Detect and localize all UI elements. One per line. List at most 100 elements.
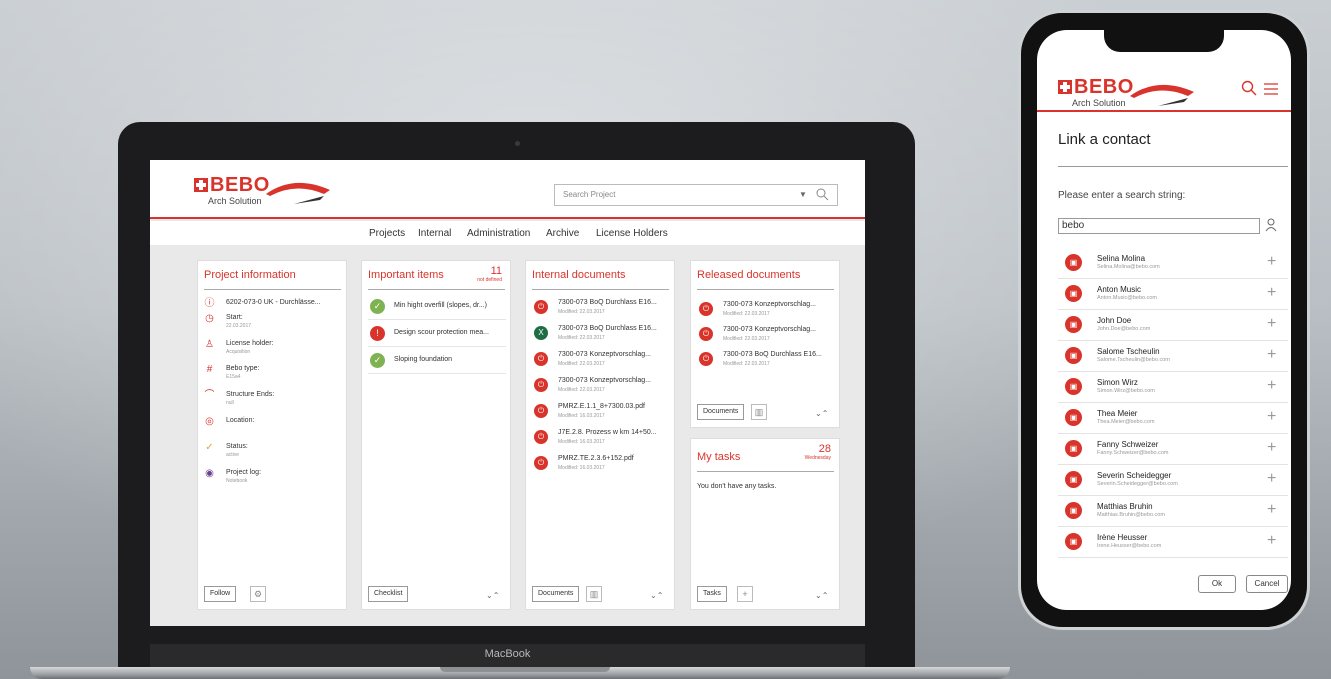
important-items-card: Important items 11 not defined ✓ Min hig…: [361, 260, 511, 610]
check-icon: ✓: [205, 442, 214, 453]
contact-row[interactable]: ▣ Simon Wirz Simon.Wirz@bebo.com +: [1058, 372, 1288, 403]
trash-icon[interactable]: ▥: [586, 586, 602, 602]
contact-row[interactable]: ▣ Anton Music Anton.Music@bebo.com +: [1058, 279, 1288, 310]
important-item[interactable]: ✓ Sloping foundation: [368, 348, 506, 374]
trash-icon[interactable]: ▥: [751, 404, 767, 420]
document-modified: Modified: 22.03.2017: [558, 309, 605, 315]
document-modified: Modified: 16.03.2017: [558, 465, 605, 471]
document-name: 7300-073 BoQ Durchlass E16...: [558, 325, 657, 332]
add-contact-plus-icon[interactable]: +: [1267, 440, 1276, 456]
contact-email: Irene.Heusser@bebo.com: [1097, 543, 1162, 549]
checklist-button[interactable]: Checklist: [368, 586, 409, 602]
card-title: My tasks: [697, 451, 741, 463]
add-contact-plus-icon[interactable]: +: [1267, 316, 1276, 332]
add-contact-plus-icon[interactable]: +: [1267, 409, 1276, 425]
nav-internal[interactable]: Internal: [418, 228, 451, 239]
bebo-logo[interactable]: BEBO Arch Solution: [194, 174, 334, 210]
documents-button[interactable]: Documents: [697, 404, 745, 420]
ok-check-icon: ✓: [370, 299, 385, 314]
add-contact-plus-icon[interactable]: +: [1267, 285, 1276, 301]
contact-row[interactable]: ▣ Salome Tscheulin Salome.Tscheulin@bebo…: [1058, 341, 1288, 372]
document-row[interactable]: ⏻ 7300-073 BoQ Durchlass E16... Modified…: [697, 349, 835, 373]
document-row[interactable]: ⏻ 7300-073 BoQ Durchlass E16... Modified…: [532, 297, 670, 321]
start-label: Start:: [226, 314, 243, 321]
nav-projects[interactable]: Projects: [369, 228, 405, 239]
important-item[interactable]: ✓ Min hight overfill (slopes, dr...): [368, 294, 506, 320]
person-search-icon[interactable]: [1265, 218, 1279, 232]
contact-email: Salome.Tscheulin@bebo.com: [1097, 357, 1170, 363]
contact-row[interactable]: ▣ Matthias Bruhin Matthias.Bruhin@bebo.c…: [1058, 496, 1288, 527]
pdf-icon: ⏻: [534, 404, 548, 418]
search-project-input[interactable]: Search Project ▼: [554, 184, 838, 206]
contact-row[interactable]: ▣ Severin Scheidegger Severin.Scheidegge…: [1058, 465, 1288, 496]
log-icon: ◉: [205, 468, 214, 479]
contact-avatar-icon: ▣: [1065, 502, 1082, 519]
search-icon[interactable]: [1241, 80, 1257, 96]
license-holder-label: License holder:: [226, 340, 274, 347]
tasks-button[interactable]: Tasks: [697, 586, 727, 602]
contact-name: Irène Heusser: [1097, 533, 1148, 542]
excel-icon: X: [534, 326, 548, 340]
ok-button[interactable]: Ok: [1198, 575, 1236, 593]
contact-row[interactable]: ▣ Thea Meier Thea.Meier@bebo.com +: [1058, 403, 1288, 434]
collapse-expand-chevron-icon[interactable]: ⌄⌃: [650, 591, 663, 600]
hamburger-menu-icon[interactable]: [1263, 82, 1279, 96]
document-row[interactable]: X 7300-073 BoQ Durchlass E16... Modified…: [532, 323, 670, 347]
document-row[interactable]: ⏻ PMRZ.TE.2.3.6+152.pdf Modified: 16.03.…: [532, 453, 670, 477]
page-title: Link a contact: [1058, 131, 1151, 148]
contact-row[interactable]: ▣ Selina Molina Selina.Molina@bebo.com +: [1058, 248, 1288, 279]
add-contact-plus-icon[interactable]: +: [1267, 471, 1276, 487]
document-row[interactable]: ⏻ J7E.2.8. Prozess w km 14+50... Modifie…: [532, 427, 670, 451]
bebo-type-label: Bebo type:: [226, 365, 260, 372]
collapse-expand-chevron-icon[interactable]: ⌄⌃: [815, 409, 828, 418]
documents-button[interactable]: Documents: [532, 586, 580, 602]
collapse-expand-chevron-icon[interactable]: ⌄⌃: [486, 591, 499, 600]
document-row[interactable]: ⏻ 7300-073 Konzeptvorschlag... Modified:…: [697, 299, 835, 323]
nav-archive[interactable]: Archive: [546, 228, 579, 239]
document-row[interactable]: ⏻ 7300-073 Konzeptvorschlag... Modified:…: [697, 324, 835, 348]
card-divider: [532, 289, 669, 290]
contact-row[interactable]: ▣ Irène Heusser Irene.Heusser@bebo.com +: [1058, 527, 1288, 558]
collapse-expand-chevron-icon[interactable]: ⌄⌃: [815, 591, 828, 600]
contact-search-input[interactable]: bebo: [1058, 218, 1260, 234]
contact-name: Thea Meier: [1097, 409, 1138, 418]
settings-gear-icon[interactable]: ⚙: [250, 586, 266, 602]
document-modified: Modified: 22.03.2017: [723, 361, 770, 367]
add-task-plus-icon[interactable]: +: [737, 586, 753, 602]
phone-screen: BEBO Arch Solution Link a contact Please…: [1037, 30, 1291, 610]
logo-word: BEBO: [210, 174, 270, 196]
bebo-logo[interactable]: BEBO Arch Solution: [1058, 76, 1198, 108]
contact-avatar-icon: ▣: [1065, 285, 1082, 302]
contact-email: Fanny.Schweizer@bebo.com: [1097, 450, 1169, 456]
add-contact-plus-icon[interactable]: +: [1267, 533, 1276, 549]
dropdown-triangle-icon[interactable]: ▼: [799, 190, 807, 199]
contact-email: Matthias.Bruhin@bebo.com: [1097, 512, 1165, 518]
pdf-icon: ⏻: [534, 378, 548, 392]
my-tasks-card: My tasks 28 Wednesday You don't have any…: [690, 438, 840, 610]
logo-subtitle: Arch Solution: [208, 196, 262, 206]
logo-swoosh-icon: [266, 182, 330, 204]
add-contact-plus-icon[interactable]: +: [1267, 347, 1276, 363]
contact-name: Salome Tscheulin: [1097, 347, 1160, 356]
pdf-icon: ⏻: [534, 456, 548, 470]
camera-icon: [515, 141, 520, 146]
contact-row[interactable]: ▣ John Doe John.Doe@bebo.com +: [1058, 310, 1288, 341]
laptop-screen: BEBO Arch Solution Search Project ▼ Proj…: [150, 160, 865, 626]
logo-swoosh-icon: [1130, 84, 1194, 106]
contact-avatar-icon: ▣: [1065, 316, 1082, 333]
important-item[interactable]: ! Design scour protection mea...: [368, 321, 506, 347]
contact-row[interactable]: ▣ Fanny Schweizer Fanny.Schweizer@bebo.c…: [1058, 434, 1288, 465]
add-contact-plus-icon[interactable]: +: [1267, 378, 1276, 394]
add-contact-plus-icon[interactable]: +: [1267, 254, 1276, 270]
contact-name: Simon Wirz: [1097, 378, 1138, 387]
document-row[interactable]: ⏻ PMRZ.E.1.1_8+7300.03.pdf Modified: 16.…: [532, 401, 670, 425]
nav-license-holders[interactable]: License Holders: [596, 228, 668, 239]
add-contact-plus-icon[interactable]: +: [1267, 502, 1276, 518]
follow-button[interactable]: Follow: [204, 586, 237, 602]
document-row[interactable]: ⏻ 7300-073 Konzeptvorschlag... Modified:…: [532, 349, 670, 373]
nav-administration[interactable]: Administration: [467, 228, 530, 239]
document-row[interactable]: ⏻ 7300-073 Konzeptvorschlag... Modified:…: [532, 375, 670, 399]
project-log-label: Project log:: [226, 469, 262, 476]
cancel-button[interactable]: Cancel: [1246, 575, 1288, 593]
search-icon[interactable]: [815, 187, 829, 201]
